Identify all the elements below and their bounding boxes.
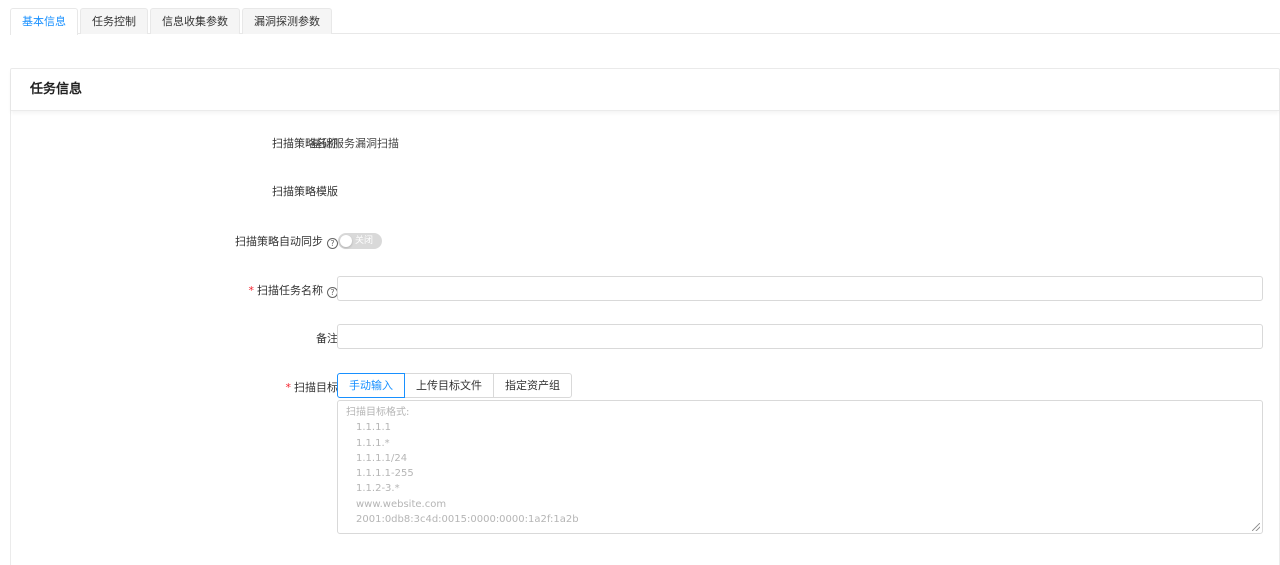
required-marker: *	[285, 381, 292, 394]
scan-target-label: 扫描目标	[294, 381, 338, 394]
scan-target-textarea[interactable]: 扫描目标格式: 1.1.1.1 1.1.1.* 1.1.1.1/24 1.1.1…	[337, 400, 1263, 534]
tab-bar: 基本信息 任务控制 信息收集参数 漏洞探测参数	[10, 8, 334, 35]
mode-upload-file-button[interactable]: 上传目标文件	[404, 373, 494, 398]
card-title: 任务信息	[11, 69, 1279, 111]
target-mode-selector: 手动输入 上传目标文件 指定资产组	[337, 373, 572, 398]
scan-target-label-group: * 扫描目标	[286, 379, 339, 395]
switch-state-text: 关闭	[355, 236, 374, 246]
placeholder-line: 1.1.1.*	[356, 437, 390, 449]
task-info-card: 任务信息 扫描策略名称 基础服务漏洞扫描 扫描策略模版 - 扫描策略自动同步? …	[10, 68, 1280, 565]
tab-info-collection-params[interactable]: 信息收集参数	[150, 8, 240, 34]
mode-asset-group-button[interactable]: 指定资产组	[493, 373, 572, 398]
task-name-label: 扫描任务名称	[257, 284, 323, 297]
remark-input[interactable]	[337, 324, 1263, 349]
placeholder-title: 扫描目标格式:	[346, 407, 410, 418]
help-icon[interactable]: ?	[327, 238, 338, 249]
task-name-input[interactable]	[337, 276, 1263, 301]
placeholder-line: 1.1.1.1-255	[356, 468, 414, 480]
remark-label: 备注	[316, 332, 338, 345]
resize-handle[interactable]	[1252, 523, 1260, 531]
auto-sync-label: 扫描策略自动同步	[235, 235, 323, 248]
auto-sync-label-group: 扫描策略自动同步?	[235, 233, 338, 249]
tab-vuln-detection-params[interactable]: 漏洞探测参数	[242, 8, 332, 34]
task-name-label-group: * 扫描任务名称?	[248, 282, 338, 298]
tab-basic-info[interactable]: 基本信息	[10, 8, 78, 35]
tab-task-control[interactable]: 任务控制	[80, 8, 148, 34]
placeholder-line: www.website.com	[356, 498, 447, 510]
switch-knob	[340, 235, 352, 247]
placeholder-line: 2001:0db8:3c4d:0015:0000:0000:1a2f:1a2b	[356, 514, 579, 526]
policy-template-label: 扫描策略模版	[272, 185, 338, 198]
placeholder-line: 1.1.1.1	[356, 422, 391, 434]
auto-sync-switch[interactable]: 关闭	[338, 233, 382, 249]
placeholder-line: 1.1.1.1/24	[356, 452, 408, 464]
placeholder-line: 1.1.2-3.*	[356, 483, 400, 495]
policy-template-value: -	[311, 183, 315, 196]
mode-manual-input-button[interactable]: 手动输入	[337, 373, 405, 398]
policy-name-value: 基础服务漏洞扫描	[311, 137, 399, 150]
required-marker: *	[248, 284, 255, 297]
